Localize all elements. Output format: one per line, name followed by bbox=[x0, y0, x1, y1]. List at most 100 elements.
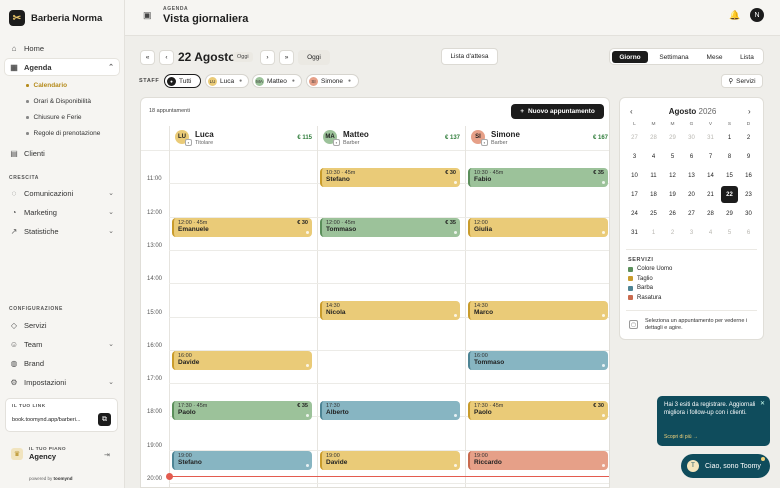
new-appointment-button[interactable]: + Nuovo appuntamento bbox=[511, 104, 604, 119]
mini-calendar-day[interactable]: 31 bbox=[626, 224, 643, 241]
mini-calendar-day[interactable]: 29 bbox=[721, 205, 738, 222]
mini-calendar-day[interactable]: 5 bbox=[721, 224, 738, 241]
sidebar-subitem-calendario[interactable]: Calendario bbox=[26, 82, 67, 89]
mini-calendar-day[interactable]: 10 bbox=[626, 167, 643, 184]
sidebar-subitem-regole[interactable]: Regole di prenotazione bbox=[26, 130, 100, 137]
mini-calendar-day[interactable]: 27 bbox=[626, 129, 643, 146]
sidebar-item-home[interactable]: ⌂ Home bbox=[5, 40, 119, 56]
mini-calendar-day[interactable]: 5 bbox=[664, 148, 681, 165]
sidebar-subitem-chiusure[interactable]: Chiusure e Ferie bbox=[26, 114, 82, 121]
mini-calendar-day[interactable]: 14 bbox=[702, 167, 719, 184]
mini-calendar-day[interactable]: 17 bbox=[626, 186, 643, 203]
next-day-button[interactable]: › bbox=[260, 50, 275, 65]
mini-calendar-day[interactable]: 9 bbox=[740, 148, 757, 165]
view-mese[interactable]: Mese bbox=[699, 51, 730, 63]
prev-week-button[interactable]: « bbox=[140, 50, 155, 65]
appointment-card[interactable]: 19:00 Riccardo bbox=[468, 450, 608, 470]
mini-calendar-day[interactable]: 28 bbox=[702, 205, 719, 222]
appointment-card[interactable]: 12:00 Giulia bbox=[468, 217, 608, 237]
mini-calendar-day[interactable]: 30 bbox=[740, 205, 757, 222]
mini-calendar-day[interactable]: 21 bbox=[702, 186, 719, 203]
sidebar-item-agenda[interactable]: ▦ Agenda ⌃ bbox=[5, 59, 119, 75]
mini-calendar-day[interactable]: 8 bbox=[721, 148, 738, 165]
mini-calendar-day[interactable]: 30 bbox=[683, 129, 700, 146]
appointment-card[interactable]: 14:30 Nicola bbox=[320, 300, 460, 320]
mini-calendar-day[interactable]: 11 bbox=[645, 167, 662, 184]
sidebar-item-brand[interactable]: ◍ Brand bbox=[5, 355, 119, 371]
promo-link[interactable]: Scopri di più → bbox=[664, 434, 698, 440]
view-settimana[interactable]: Settimana bbox=[652, 51, 696, 63]
mini-calendar-day[interactable]: 1 bbox=[645, 224, 662, 241]
avatar[interactable]: N bbox=[750, 8, 764, 22]
brand[interactable]: ✂ Barberia Norma bbox=[9, 10, 102, 26]
sidebar-item-marketing[interactable]: ◔ Marketing ⌄ bbox=[5, 204, 119, 220]
mini-calendar-day[interactable]: 20 bbox=[683, 186, 700, 203]
sidebar-toggle-icon[interactable]: ▣ bbox=[143, 10, 152, 21]
sidebar-subitem-orari[interactable]: Orari & Disponibilità bbox=[26, 98, 91, 105]
view-giorno[interactable]: Giorno bbox=[612, 51, 648, 63]
sidebar-item-servizi[interactable]: ◇ Servizi bbox=[5, 317, 119, 333]
appointment-client: Davide bbox=[326, 458, 348, 466]
next-month-icon[interactable]: › bbox=[748, 107, 751, 116]
sidebar-item-clienti[interactable]: ▤ Clienti bbox=[5, 145, 119, 161]
logout-icon[interactable]: ⇥ bbox=[104, 451, 110, 459]
mini-calendar-day[interactable]: 7 bbox=[702, 148, 719, 165]
close-icon[interactable]: ✕ bbox=[760, 400, 765, 407]
mini-calendar-day[interactable]: 25 bbox=[645, 205, 662, 222]
prev-day-button[interactable]: ‹ bbox=[159, 50, 174, 65]
bell-icon[interactable]: 🔔 bbox=[729, 10, 740, 21]
appointment-card[interactable]: 19:00 Davide bbox=[320, 450, 460, 470]
mini-calendar-day[interactable]: 4 bbox=[645, 148, 662, 165]
waitlist-button[interactable]: Lista d'attesa bbox=[441, 48, 498, 65]
mini-calendar-day[interactable]: 18 bbox=[645, 186, 662, 203]
staff-chip-luca[interactable]: LU Luca ● bbox=[205, 74, 249, 88]
appointment-card[interactable]: 10:30 · 45m Fabio € 35 bbox=[468, 167, 608, 187]
today-button[interactable]: Oggi bbox=[298, 50, 330, 65]
mini-calendar-day[interactable]: 23 bbox=[740, 186, 757, 203]
appointment-card[interactable]: 17:30 · 45m Paolo € 30 bbox=[468, 400, 608, 420]
appointment-card[interactable]: 16:00 Davide bbox=[172, 350, 312, 370]
mini-calendar-day[interactable]: 24 bbox=[626, 205, 643, 222]
sidebar-item-team[interactable]: ☺ Team ⌄ bbox=[5, 336, 119, 352]
mini-calendar-day[interactable]: 2 bbox=[664, 224, 681, 241]
staff-chip-simone[interactable]: SI Simone ● bbox=[306, 74, 359, 88]
appointment-card[interactable]: 17:30 Alberto bbox=[320, 400, 460, 420]
mini-calendar-day[interactable]: 6 bbox=[683, 148, 700, 165]
mini-calendar-day[interactable]: 12 bbox=[664, 167, 681, 184]
servizi-filter-button[interactable]: ⚲ Servizi bbox=[721, 74, 763, 88]
appointment-card[interactable]: 14:30 Marco bbox=[468, 300, 608, 320]
next-week-button[interactable]: » bbox=[279, 50, 294, 65]
status-dot bbox=[602, 313, 605, 317]
mini-calendar-day[interactable]: 3 bbox=[683, 224, 700, 241]
mini-calendar-day[interactable]: 29 bbox=[664, 129, 681, 146]
mini-calendar-day[interactable]: 26 bbox=[664, 205, 681, 222]
mini-calendar-day[interactable]: 28 bbox=[645, 129, 662, 146]
chat-launcher[interactable]: T Ciao, sono Toomy bbox=[681, 454, 770, 478]
staff-chip-tutti[interactable]: ● Tutti bbox=[164, 74, 201, 88]
mini-calendar-day[interactable]: 2 bbox=[740, 129, 757, 146]
appointment-card[interactable]: 17:30 · 45m Paolo € 35 bbox=[172, 400, 312, 420]
mini-calendar-day[interactable]: 3 bbox=[626, 148, 643, 165]
booking-link-url[interactable]: book.toomynd.app/barberi... bbox=[12, 417, 81, 423]
staff-chip-matteo[interactable]: MA Matteo ● bbox=[252, 74, 302, 88]
mini-calendar-day[interactable]: 16 bbox=[740, 167, 757, 184]
mini-calendar-day[interactable]: 6 bbox=[740, 224, 757, 241]
appointment-card[interactable]: 12:00 · 45m Tommaso € 35 bbox=[320, 217, 460, 237]
mini-calendar-day[interactable]: 4 bbox=[702, 224, 719, 241]
appointment-card[interactable]: 16:00 Tommaso bbox=[468, 350, 608, 370]
view-lista[interactable]: Lista bbox=[732, 51, 762, 63]
appointment-card[interactable]: 19:00 Stefano bbox=[172, 450, 312, 470]
mini-calendar-day[interactable]: 31 bbox=[702, 129, 719, 146]
copy-icon[interactable]: ⧉ bbox=[98, 413, 111, 426]
mini-calendar-day[interactable]: 13 bbox=[683, 167, 700, 184]
appointment-card[interactable]: 12:00 · 45m Emanuele € 30 bbox=[172, 217, 312, 237]
appointment-card[interactable]: 10:30 · 45m Stefano € 30 bbox=[320, 167, 460, 187]
sidebar-item-comunicazioni[interactable]: ◌ Comunicazioni ⌄ bbox=[5, 185, 119, 201]
sidebar-item-impostazioni[interactable]: ⚙ Impostazioni ⌄ bbox=[5, 374, 119, 390]
mini-calendar-day[interactable]: 22 bbox=[721, 186, 738, 203]
sidebar-item-statistiche[interactable]: ↗ Statistiche ⌄ bbox=[5, 223, 119, 239]
mini-calendar-day[interactable]: 15 bbox=[721, 167, 738, 184]
mini-calendar-day[interactable]: 27 bbox=[683, 205, 700, 222]
mini-calendar-day[interactable]: 1 bbox=[721, 129, 738, 146]
mini-calendar-day[interactable]: 19 bbox=[664, 186, 681, 203]
